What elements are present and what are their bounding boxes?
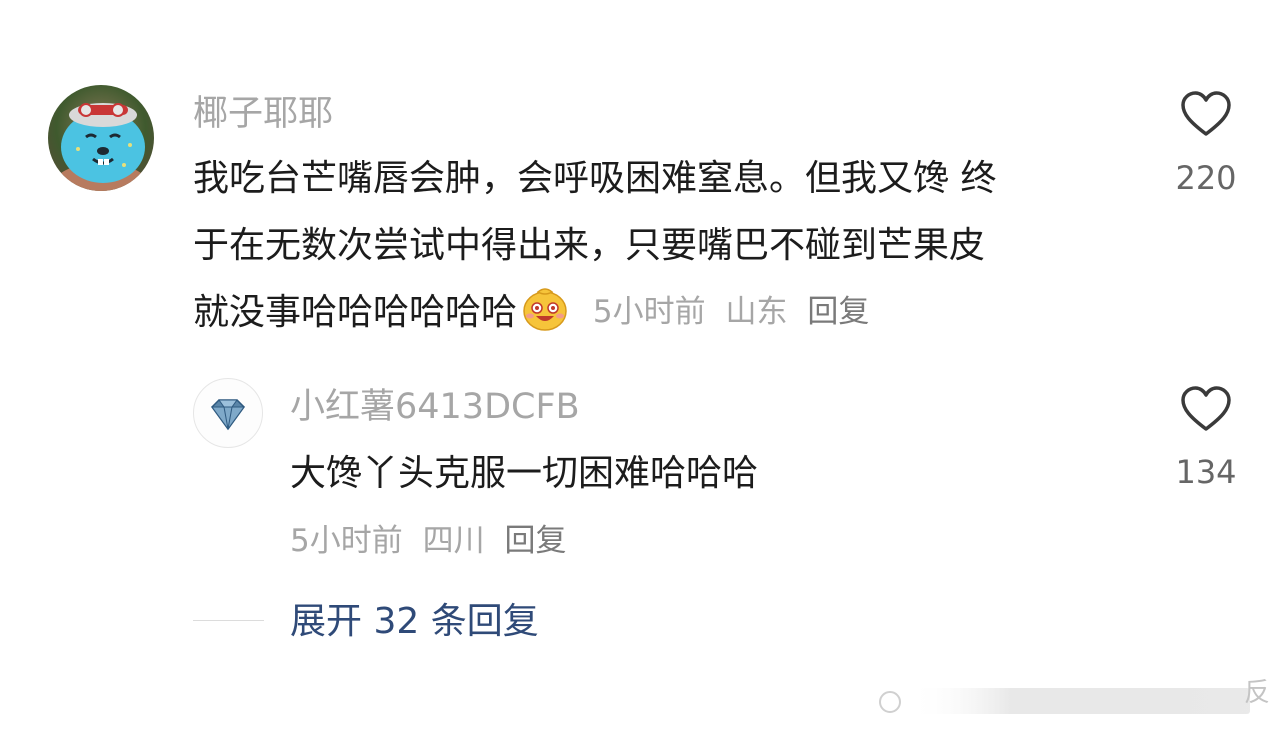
comment-meta: 5小时前 山东 回复 — [583, 294, 879, 330]
bear-avatar-image — [48, 85, 154, 191]
comment-location: 山东 — [725, 294, 788, 330]
comment-line-text: 就没事哈哈哈哈哈哈 — [193, 292, 518, 333]
comment-line: 我吃台芒嘴唇会肿，会呼吸困难窒息。但我又馋 终 — [193, 158, 997, 199]
watermark-text: 反 — [1243, 678, 1270, 708]
reply-body: 大馋丫头克服一切困难哈哈哈 — [290, 453, 759, 494]
commenter-avatar[interactable] — [48, 85, 154, 191]
reply-reply-button[interactable]: 回复 — [504, 523, 566, 559]
comment-time: 5小时前 — [592, 294, 706, 330]
commenter-username[interactable]: 椰子耶耶 — [193, 92, 333, 136]
reply-time: 5小时前 — [290, 523, 403, 559]
reply-button[interactable]: 回复 — [807, 294, 869, 330]
reply-like-count: 134 — [1175, 453, 1237, 491]
reply-meta: 5小时前 四川 回复 — [290, 521, 576, 561]
like-count: 220 — [1175, 159, 1237, 197]
comment-body: 我吃台芒嘴唇会肿，会呼吸困难窒息。但我又馋 终 于在无数次尝试中得出来，只要嘴巴… — [193, 145, 1153, 346]
smiling-face-emoji-icon — [521, 284, 569, 332]
watermark — [870, 676, 1284, 728]
expand-divider — [193, 620, 264, 621]
reply-location: 四川 — [422, 523, 485, 559]
heart-icon[interactable] — [1180, 385, 1232, 433]
diamond-icon — [211, 399, 245, 431]
replier-username[interactable]: 小红薯6413DCFB — [290, 385, 580, 429]
comment-line: 于在无数次尝试中得出来，只要嘴巴不碰到芒果皮 — [193, 225, 986, 266]
heart-icon[interactable] — [1180, 90, 1232, 138]
comment-line-last: 就没事哈哈哈哈哈哈 5小时前 山东 回复 — [193, 279, 1153, 346]
replier-avatar[interactable] — [193, 378, 263, 448]
expand-replies-link[interactable]: 展开 32 条回复 — [290, 600, 539, 644]
